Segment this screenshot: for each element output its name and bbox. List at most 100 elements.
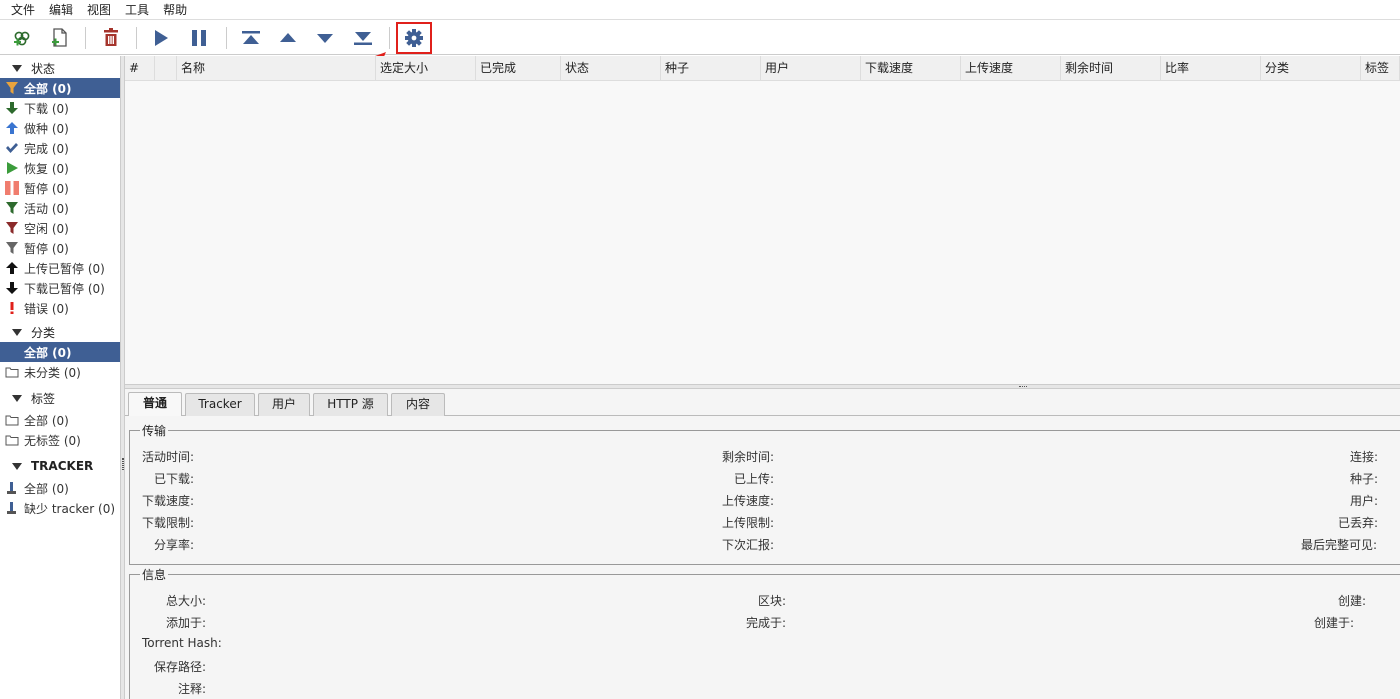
sidebar-item-label: 全部 (0) bbox=[24, 345, 72, 360]
sidebar-item-label: 暂停 (0) bbox=[24, 181, 69, 196]
move-up-icon bbox=[280, 33, 296, 42]
delete-button[interactable] bbox=[96, 24, 126, 52]
sidebar-item-errored[interactable]: 错误 (0) bbox=[0, 298, 120, 318]
sidebar-item-download-paused[interactable]: 下载已暂停 (0) bbox=[0, 278, 120, 298]
tab-http-sources[interactable]: HTTP 源 bbox=[313, 393, 388, 416]
sidebar-item-active[interactable]: 活动 (0) bbox=[0, 198, 120, 218]
column-header-number[interactable]: # bbox=[125, 56, 155, 81]
uploaded-label: 已上传: bbox=[734, 472, 775, 486]
column-header-name[interactable]: 名称 bbox=[177, 56, 376, 81]
move-up-button[interactable] bbox=[273, 24, 303, 52]
share-ratio-label: 分享率: bbox=[154, 538, 195, 552]
torrent-hash-label: Torrent Hash: bbox=[142, 636, 222, 650]
sidebar-item-label: 缺少 tracker (0) bbox=[24, 501, 116, 516]
menu-help[interactable]: 帮助 bbox=[156, 0, 194, 20]
sidebar-item-completed[interactable]: 完成 (0) bbox=[0, 138, 120, 158]
sidebar-item-upload-paused[interactable]: 上传已暂停 (0) bbox=[0, 258, 120, 278]
folder-icon bbox=[5, 365, 19, 379]
tab-general[interactable]: 普通 bbox=[128, 392, 182, 416]
menu-tools[interactable]: 工具 bbox=[118, 0, 156, 20]
sidebar-item-label: 活动 (0) bbox=[24, 201, 69, 216]
menu-file[interactable]: 文件 bbox=[4, 0, 42, 20]
column-header-upload-speed[interactable]: 上传速度 bbox=[961, 56, 1061, 81]
menu-edit[interactable]: 编辑 bbox=[42, 0, 80, 20]
column-header-ratio[interactable]: 比率 bbox=[1161, 56, 1261, 81]
save-path-label: 保存路径: bbox=[154, 660, 207, 674]
add-torrent-file-button[interactable] bbox=[45, 24, 75, 52]
reannounce-label: 下次汇报: bbox=[722, 538, 775, 552]
column-header-size[interactable]: 选定大小 bbox=[376, 56, 476, 81]
sidebar-item-tag-all[interactable]: 全部 (0) bbox=[0, 410, 120, 430]
tag-section-header[interactable]: 标签 bbox=[0, 386, 120, 410]
move-bottom-button[interactable] bbox=[348, 24, 378, 52]
tag-header-label: 标签 bbox=[31, 391, 56, 406]
download-arrow-icon bbox=[5, 101, 19, 115]
column-header-status-icon[interactable] bbox=[155, 56, 177, 81]
menu-bar: 文件 编辑 视图 工具 帮助 bbox=[0, 0, 1400, 20]
up-arrow-icon bbox=[5, 261, 19, 275]
torrent-table[interactable]: # 名称 选定大小 已完成 状态 种子 用户 下载速度 上传速度 剩余时间 比率… bbox=[125, 56, 1400, 384]
toolbar-separator bbox=[226, 27, 227, 49]
downloaded-label: 已下载: bbox=[154, 472, 195, 486]
connections-label: 连接: bbox=[1350, 450, 1379, 464]
pause-button[interactable] bbox=[184, 24, 214, 52]
column-header-progress[interactable]: 已完成 bbox=[476, 56, 561, 81]
table-header: # 名称 选定大小 已完成 状态 种子 用户 下载速度 上传速度 剩余时间 比率… bbox=[125, 56, 1400, 81]
transfer-group-title: 传输 bbox=[142, 424, 167, 438]
move-down-button[interactable] bbox=[310, 24, 340, 52]
sidebar-item-trackerless[interactable]: 缺少 tracker (0) bbox=[0, 498, 120, 518]
sidebar-item-uncategorized[interactable]: 未分类 (0) bbox=[0, 362, 120, 382]
category-section-header[interactable]: 分类 bbox=[0, 322, 120, 342]
column-header-tags[interactable]: 标签 bbox=[1361, 56, 1400, 81]
sidebar-item-label: 空闲 (0) bbox=[24, 221, 69, 236]
tab-content[interactable]: 内容 bbox=[391, 393, 445, 416]
sidebar-item-resumed[interactable]: 恢复 (0) bbox=[0, 158, 120, 178]
sidebar-item-label: 恢复 (0) bbox=[24, 161, 69, 176]
eta-label: 剩余时间: bbox=[722, 450, 775, 464]
toolbar bbox=[0, 20, 1400, 55]
sidebar-item-tracker-all[interactable]: 全部 (0) bbox=[0, 478, 120, 498]
sidebar-item-category-all[interactable]: 全部 (0) bbox=[0, 342, 120, 362]
sidebar-item-status-all[interactable]: 全部 (0) bbox=[0, 78, 120, 98]
collapse-triangle-icon bbox=[12, 394, 22, 402]
created-on-label: 创建于: bbox=[1314, 616, 1355, 630]
column-header-seeds[interactable]: 种子 bbox=[661, 56, 761, 81]
total-size-label: 总大小: bbox=[166, 594, 207, 608]
move-bottom-icon bbox=[354, 32, 372, 45]
column-header-status[interactable]: 状态 bbox=[561, 56, 661, 81]
column-header-eta[interactable]: 剩余时间 bbox=[1061, 56, 1161, 81]
sidebar-item-seeding[interactable]: 做种 (0) bbox=[0, 118, 120, 138]
properties-panel: 普通 Tracker 用户 HTTP 源 内容 传输 活动时间: 已下载: 下载… bbox=[125, 389, 1400, 699]
sidebar-item-downloading[interactable]: 下载 (0) bbox=[0, 98, 120, 118]
resume-button[interactable] bbox=[146, 24, 176, 52]
tab-trackers[interactable]: Tracker bbox=[185, 393, 255, 416]
column-header-peers[interactable]: 用户 bbox=[761, 56, 861, 81]
tracker-icon bbox=[5, 501, 19, 515]
tracker-icon bbox=[5, 481, 19, 495]
sidebar-item-label: 错误 (0) bbox=[24, 301, 69, 316]
download-limit-label: 下载限制: bbox=[142, 516, 195, 530]
column-header-category[interactable]: 分类 bbox=[1261, 56, 1361, 81]
add-torrent-link-button[interactable] bbox=[7, 24, 37, 52]
tab-peers[interactable]: 用户 bbox=[258, 393, 310, 416]
menu-view[interactable]: 视图 bbox=[80, 0, 118, 20]
column-header-download-speed[interactable]: 下载速度 bbox=[861, 56, 961, 81]
sidebar-item-inactive[interactable]: 空闲 (0) bbox=[0, 218, 120, 238]
sidebar-item-label: 完成 (0) bbox=[24, 141, 69, 156]
collapse-triangle-icon bbox=[12, 328, 22, 336]
upload-limit-label: 上传限制: bbox=[722, 516, 775, 530]
checkmark-icon bbox=[5, 141, 19, 155]
pause-icon bbox=[192, 30, 206, 46]
filter-icon bbox=[5, 201, 19, 215]
down-arrow-icon bbox=[5, 281, 19, 295]
sidebar-item-label: 全部 (0) bbox=[24, 481, 69, 496]
toolbar-separator bbox=[389, 27, 390, 49]
sidebar-item-stalled[interactable]: 暂停 (0) bbox=[0, 238, 120, 258]
status-section-header[interactable]: 状态 bbox=[0, 56, 120, 78]
folder-icon bbox=[5, 345, 19, 359]
tracker-section-header[interactable]: TRACKER bbox=[0, 454, 120, 478]
move-top-button[interactable] bbox=[236, 24, 266, 52]
sidebar-item-paused[interactable]: 暂停 (0) bbox=[0, 178, 120, 198]
peers-label: 用户: bbox=[1350, 494, 1379, 508]
sidebar-item-untagged[interactable]: 无标签 (0) bbox=[0, 430, 120, 450]
